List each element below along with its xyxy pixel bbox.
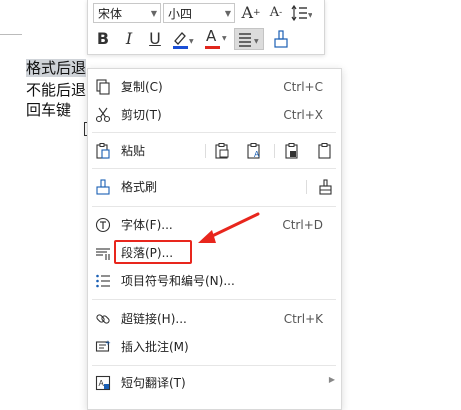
- grow-font-button[interactable]: A+: [240, 2, 262, 24]
- menu-label: 粘贴: [121, 144, 146, 158]
- svg-text:▼: ▼: [308, 12, 312, 19]
- paste-keep-format-icon[interactable]: [214, 143, 230, 159]
- menu-item-translate[interactable]: A 短句翻译(T) ▶: [88, 369, 341, 397]
- scissors-icon: [95, 107, 111, 123]
- brush-icon: [96, 179, 110, 195]
- align-button[interactable]: ▼: [234, 28, 264, 50]
- menu-item-insert-comment[interactable]: + 插入批注(M): [88, 333, 341, 361]
- line-spacing-icon: ▼: [291, 4, 313, 22]
- highlight-annotation-box: [114, 240, 192, 264]
- translate-icon: A: [95, 375, 111, 391]
- font-name-select[interactable]: 宋体 ▼: [93, 3, 161, 23]
- svg-text:A: A: [99, 379, 105, 388]
- menu-label: 项目符号和编号(N)...: [121, 274, 235, 288]
- highlighter-icon: ▼: [173, 32, 194, 49]
- menu-item-cut[interactable]: 剪切(T) Ctrl+X: [88, 101, 341, 129]
- menu-separator: [92, 299, 336, 300]
- vertical-divider: [205, 144, 206, 158]
- chevron-down-icon: ▼: [150, 9, 157, 18]
- grow-font-icon: A: [241, 3, 253, 22]
- menu-label: 格式刷: [121, 180, 158, 194]
- paste-icon: [96, 143, 110, 159]
- svg-text:▼: ▼: [189, 38, 194, 45]
- floating-toolbar: 宋体 ▼ 小四 ▼ A+ A- ▼ B I U ▼ A ▼ ▼: [87, 0, 325, 55]
- format-painter-sticky-icon[interactable]: [317, 179, 333, 195]
- underline-button[interactable]: U: [144, 28, 166, 50]
- bullet-list-icon: [96, 274, 110, 288]
- menu-item-copy[interactable]: 复制(C) Ctrl+C: [88, 73, 341, 101]
- menu-separator: [92, 206, 336, 207]
- menu-separator: [92, 365, 336, 366]
- paste-text-only-icon[interactable]: A: [246, 143, 262, 159]
- menu-shortcut: Ctrl+C: [283, 80, 323, 94]
- shrink-font-icon: A: [269, 5, 280, 20]
- menu-label: 短句翻译(T): [121, 376, 186, 390]
- vertical-divider: [306, 180, 307, 194]
- annotation-arrow-icon: [198, 212, 260, 243]
- svg-text:A: A: [254, 150, 260, 159]
- doc-line-3[interactable]: 回车键: [26, 100, 71, 120]
- comment-icon: +: [95, 339, 111, 352]
- svg-text:▼: ▼: [254, 38, 259, 45]
- chevron-down-icon: ▼: [222, 35, 227, 42]
- menu-shortcut: Ctrl+K: [283, 312, 323, 326]
- menu-label: 超链接(H)...: [121, 312, 187, 326]
- chevron-down-icon: ▼: [224, 9, 231, 18]
- font-color-icon: A: [206, 27, 217, 45]
- menu-item-format-painter[interactable]: 格式刷: [88, 173, 341, 201]
- brush-icon: [274, 30, 288, 48]
- align-icon: ▼: [239, 33, 259, 47]
- selected-text[interactable]: 格式后退: [26, 59, 87, 77]
- paste-merge-format-icon[interactable]: [284, 143, 300, 159]
- font-name-value: 宋体: [98, 7, 123, 21]
- menu-label: 插入批注(M): [121, 340, 189, 354]
- menu-shortcut: Ctrl+X: [283, 108, 323, 122]
- vertical-divider: [274, 144, 275, 158]
- paragraph-icon: [96, 248, 110, 260]
- font-size-value: 小四: [168, 7, 193, 21]
- menu-shortcut: Ctrl+D: [282, 218, 323, 232]
- doc-line-2[interactable]: 不能后退: [26, 80, 86, 100]
- menu-item-paste[interactable]: 粘贴 A: [88, 137, 341, 165]
- font-circle-icon: [95, 217, 111, 233]
- menu-item-bullets-numbering[interactable]: 项目符号和编号(N)...: [88, 267, 341, 295]
- font-color-swatch: [205, 46, 220, 49]
- link-icon: [96, 314, 110, 324]
- menu-separator: [92, 132, 336, 133]
- menu-item-hyperlink[interactable]: 超链接(H)... Ctrl+K: [88, 305, 341, 333]
- copy-icon: [96, 79, 110, 95]
- doc-line-1[interactable]: 格式后退: [26, 58, 87, 78]
- font-color-button[interactable]: A ▼: [202, 27, 227, 50]
- font-size-select[interactable]: 小四 ▼: [163, 3, 235, 23]
- menu-label: 复制(C): [121, 80, 163, 94]
- line-spacing-button[interactable]: ▼: [290, 2, 313, 24]
- submenu-arrow-icon: ▶: [328, 375, 335, 384]
- bold-button[interactable]: B: [92, 28, 114, 50]
- paste-special-icon[interactable]: [317, 143, 333, 159]
- page-margin-mark: [0, 34, 22, 35]
- format-painter-button[interactable]: [270, 28, 292, 50]
- highlight-button[interactable]: ▼: [170, 28, 194, 50]
- italic-button[interactable]: I: [118, 28, 140, 50]
- menu-label: 剪切(T): [121, 108, 162, 122]
- menu-label: 字体(F)...: [121, 218, 173, 232]
- shrink-font-button[interactable]: A-: [265, 2, 287, 24]
- menu-separator: [92, 168, 336, 169]
- svg-text:+: +: [105, 339, 111, 347]
